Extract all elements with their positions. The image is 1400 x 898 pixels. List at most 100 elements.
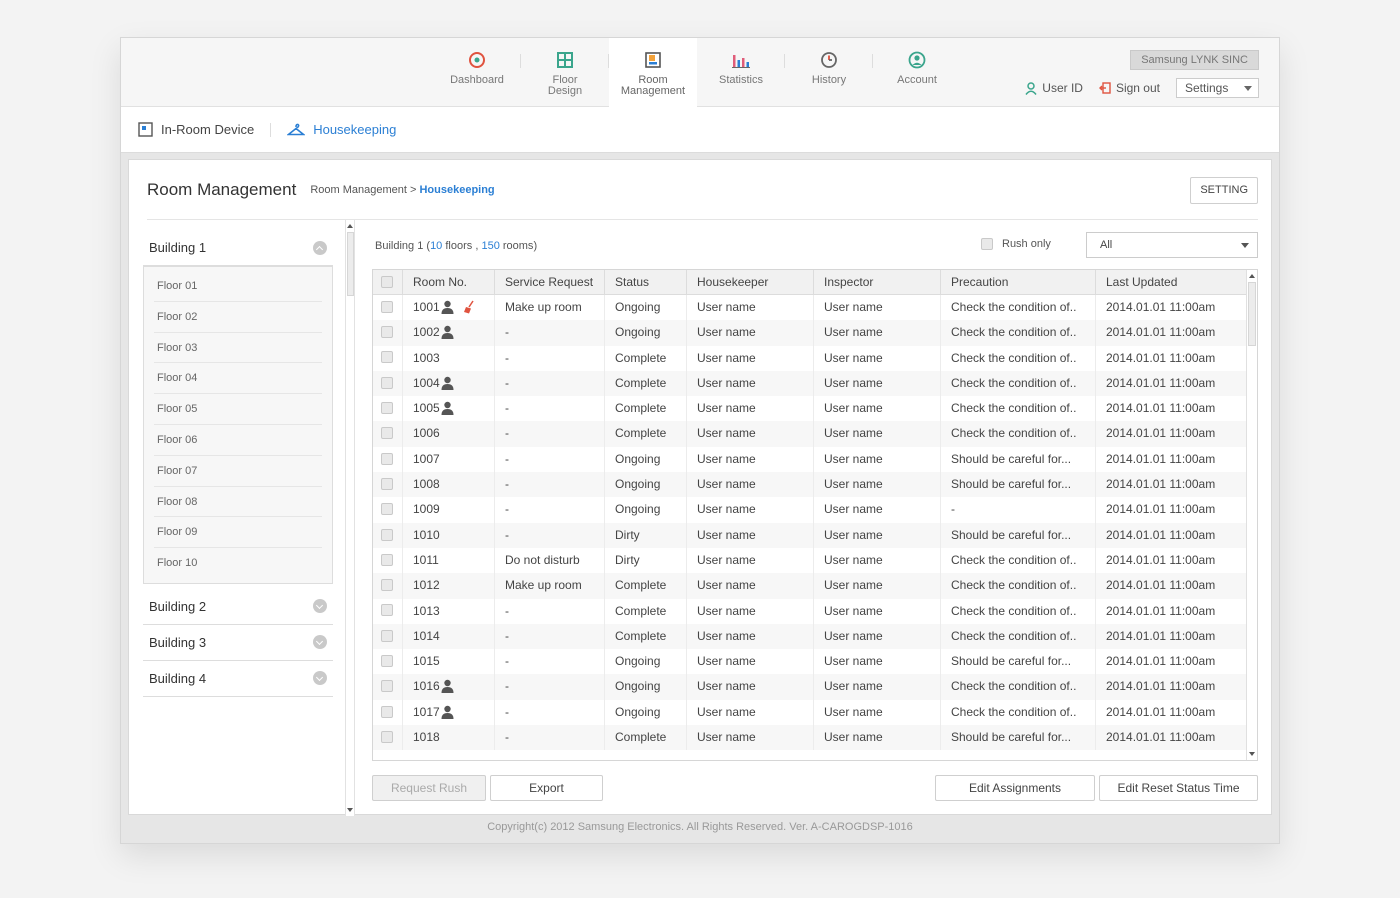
row-checkbox[interactable] [381,629,393,642]
table-row[interactable]: 1008- Ongoing User name User name Should be … [373,472,1257,498]
row-checkbox[interactable] [381,730,393,743]
building-item[interactable]: Building 3 [143,625,333,661]
table-row[interactable]: 1004- Complete User name User name Check the… [373,370,1257,397]
status: Ongoing [605,699,687,726]
sign-out-link[interactable]: Sign out [1098,81,1160,95]
row-checkbox[interactable] [381,300,393,313]
housekeeper: User name [687,623,814,650]
floor-item[interactable]: Floor 01 [154,271,322,302]
table-row[interactable]: 1018- Complete User name User name Should be… [373,725,1257,751]
nav-account[interactable]: Account [873,38,961,107]
column-header[interactable]: Last Updated [1096,270,1248,294]
row-checkbox[interactable] [381,503,393,516]
nav-history[interactable]: History [785,38,873,107]
building-item[interactable]: Building 2 [143,589,333,625]
inspector: User name [814,598,941,624]
floor-item[interactable]: Floor 04 [154,363,322,395]
row-checkbox[interactable] [381,351,393,364]
building-item[interactable]: Building 1 [143,230,333,266]
row-checkbox[interactable] [381,680,393,693]
scroll-thumb[interactable] [1248,282,1256,346]
row-checkbox[interactable] [381,654,393,667]
export-button[interactable]: Export [490,775,603,801]
tab-housekeeping[interactable]: Housekeeping [287,122,396,137]
rush-only-checkbox[interactable]: Rush only [981,238,1051,250]
nav-room-management[interactable]: Room Management [609,38,697,107]
table-row[interactable]: 1005- Complete User name User name Check the… [373,396,1257,422]
table-row[interactable]: 1002- Ongoing User name User name Check the … [373,320,1257,346]
edit-assignments-button[interactable]: Edit Assignments [935,775,1095,801]
table-row[interactable]: 1016- Ongoing User name User name Check the … [373,674,1257,700]
row-checkbox[interactable] [381,452,393,465]
request-rush-button[interactable]: Request Rush [372,775,486,801]
table-row[interactable]: 1011 Do not disturb Dirty User name User nam… [373,547,1257,574]
last-updated: 2014.01.01 11:00am [1106,451,1216,466]
scroll-up-icon[interactable] [1249,274,1255,278]
row-checkbox[interactable] [381,427,393,440]
scroll-down-icon[interactable] [1249,752,1255,756]
column-header[interactable]: Room No. [403,270,495,294]
settings-dropdown[interactable]: Settings [1176,78,1259,98]
sidebar-scrollbar[interactable] [345,220,355,816]
nav-label: Room Management [620,74,686,97]
column-header[interactable]: Inspector [814,270,941,294]
scroll-down-icon[interactable] [347,808,353,812]
nav-statistics[interactable]: Statistics [697,38,785,107]
table-row[interactable]: 1006- Complete User name User name Check the… [373,421,1257,447]
column-header[interactable]: Housekeeper [687,270,814,294]
main-nav: Dashboard Floor Design Room Management S… [433,38,961,107]
table-row[interactable]: 1007- Ongoing User name User name Should be … [373,446,1257,473]
table-row[interactable]: 1013- Complete User name User name Check the… [373,598,1257,624]
edit-reset-status-time-button[interactable]: Edit Reset Status Time [1099,775,1258,801]
floor-item[interactable]: Floor 08 [154,487,322,518]
column-header[interactable]: Precaution [941,270,1096,294]
row-checkbox[interactable] [381,705,393,718]
housekeeper: User name [687,598,814,624]
row-checkbox[interactable] [381,402,393,415]
table-body: 1001 Make up room Ongoing User name User nam… [373,295,1257,751]
building-item[interactable]: Building 4 [143,661,333,697]
user-id-link[interactable]: User ID [1025,81,1083,95]
setting-button[interactable]: SETTING [1190,177,1258,204]
row-checkbox[interactable] [381,376,393,389]
inspector: User name [814,396,941,422]
housekeeper: User name [687,699,814,726]
scroll-thumb[interactable] [347,232,354,296]
floor-item[interactable]: Floor 05 [154,394,322,425]
scroll-up-icon[interactable] [347,224,353,228]
table-row[interactable]: 1014- Complete User name User name Check the… [373,623,1257,650]
nav-floor-design[interactable]: Floor Design [521,38,609,107]
column-header[interactable]: Status [605,270,687,294]
room-number: 1003 [413,350,440,365]
floor-item[interactable]: Floor 09 [154,517,322,549]
row-checkbox[interactable] [381,326,393,339]
table-row[interactable]: 1001 Make up room Ongoing User name User nam… [373,295,1257,321]
table-row[interactable]: 1017- Ongoing User name User name Check the … [373,699,1257,726]
floor-item[interactable]: Floor 06 [154,425,322,456]
checkbox[interactable] [981,238,993,250]
table-row[interactable]: 1015- Ongoing User name User name Should be … [373,649,1257,675]
table-row[interactable]: 1009- Ongoing User name User name -2014.01.0… [373,497,1257,523]
table-row[interactable]: 1010- Dirty User name User name Should be ca… [373,522,1257,548]
select-all-checkbox[interactable] [381,276,393,288]
floor-item[interactable]: Floor 07 [154,456,322,487]
table-row[interactable]: 1003- Complete User name User name Check the… [373,345,1257,371]
precaution: Check the condition of.. [941,421,1096,447]
row-checkbox[interactable] [381,553,393,566]
nav-dashboard[interactable]: Dashboard [433,38,521,107]
row-checkbox[interactable] [381,579,393,592]
floor-item[interactable]: Floor 10 [154,548,322,579]
table-row[interactable]: 1012 Make up room Complete User name User na… [373,573,1257,599]
top-bar: Dashboard Floor Design Room Management S… [121,38,1279,107]
floor-item[interactable]: Floor 02 [154,302,322,333]
floor-item[interactable]: Floor 03 [154,333,322,364]
breadcrumb-parent[interactable]: Room Management [310,184,407,196]
status-filter-select[interactable]: All [1086,232,1258,258]
row-checkbox[interactable] [381,477,393,490]
status: Complete [605,370,687,397]
tab-in-room-device[interactable]: In-Room Device [138,122,254,137]
row-checkbox[interactable] [381,604,393,617]
column-header[interactable]: Service Request [495,270,605,294]
table-scrollbar[interactable] [1246,270,1257,760]
row-checkbox[interactable] [381,528,393,541]
